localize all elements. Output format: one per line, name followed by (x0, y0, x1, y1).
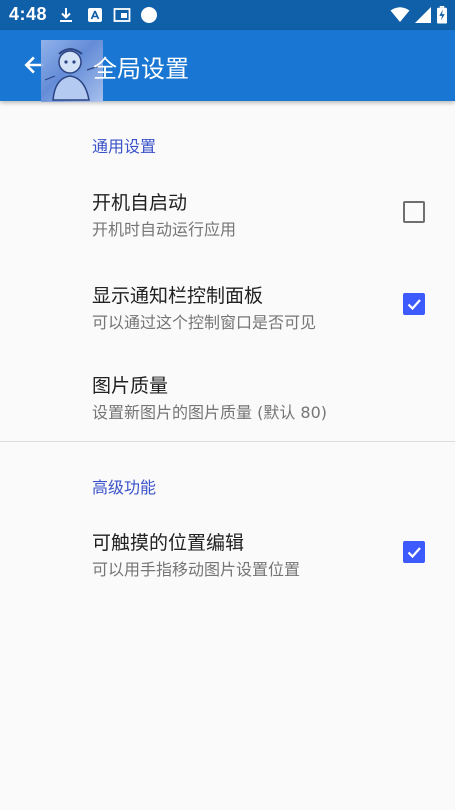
circle-icon (141, 7, 157, 23)
checkmark-icon (407, 299, 421, 311)
battery-charging-icon (437, 6, 447, 24)
setting-title: 图片质量 (92, 375, 169, 397)
screencast-icon (113, 8, 131, 22)
setting-summary: 开机时自动运行应用 (92, 220, 237, 239)
setting-title: 可触摸的位置编辑 (92, 532, 245, 554)
checkmark-icon (407, 547, 421, 559)
setting-summary: 设置新图片的图片质量 (默认 80) (92, 403, 328, 422)
app-bar: 全局设置 (0, 30, 455, 102)
status-bar: 4:48 (0, 0, 455, 30)
wifi-icon (390, 7, 410, 22)
signal-icon (415, 7, 431, 23)
notification-panel-checkbox[interactable] (403, 293, 425, 315)
autostart-checkbox[interactable] (403, 201, 425, 223)
setting-title: 显示通知栏控制面板 (92, 285, 264, 307)
setting-title: 开机自启动 (92, 192, 188, 214)
touch-position-edit-checkbox[interactable] (403, 541, 425, 563)
status-time: 4:48 (9, 4, 48, 24)
setting-summary: 可以通过这个控制窗口是否可见 (92, 313, 317, 332)
page-title: 全局设置 (93, 55, 189, 83)
section-header-advanced: 高级功能 (92, 478, 157, 497)
section-header-general: 通用设置 (92, 137, 157, 156)
section-divider (0, 441, 455, 442)
app-notification-icon (88, 8, 102, 22)
setting-summary: 可以用手指移动图片设置位置 (92, 560, 301, 579)
download-icon (60, 8, 72, 22)
